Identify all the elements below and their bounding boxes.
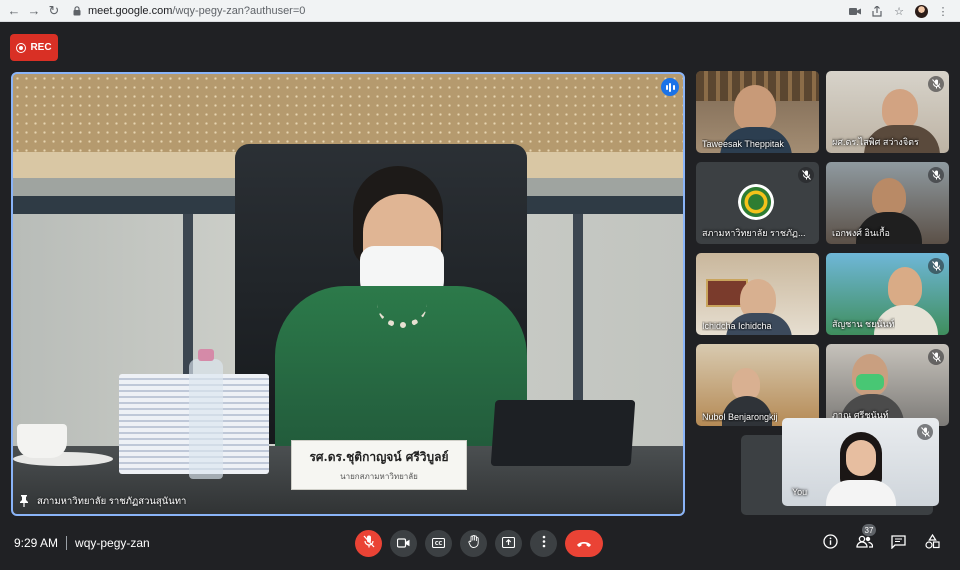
participant-tile[interactable]: สัญชาน ชยนันท์ xyxy=(826,253,949,335)
mic-off-icon xyxy=(917,424,933,440)
url-host: meet.google.com xyxy=(88,4,173,17)
participant-name: ผศ.ดร.ไสพิศ สว่างจิตร xyxy=(832,137,919,147)
nameplate-title: นายกสภามหาวิทยาลัย xyxy=(340,471,418,481)
participant-label: สภามหาวิทยาลัย ราชภัฏสวนสุนันทา xyxy=(19,492,186,510)
participant-tile[interactable]: Taweesak Theppitak xyxy=(696,71,819,153)
mic-off-icon xyxy=(928,349,944,365)
camera-indicator-icon[interactable] xyxy=(846,0,864,22)
participant-name: Nubol Benjarongkij xyxy=(702,412,778,422)
leave-call-button[interactable] xyxy=(565,530,603,557)
participant-tile[interactable]: สภามหาวิทยาลัย ราชภัฏ... xyxy=(696,162,819,244)
profile-avatar[interactable] xyxy=(912,0,930,22)
self-name: You xyxy=(792,487,808,497)
pin-icon[interactable] xyxy=(19,495,29,507)
svg-text:CC: CC xyxy=(435,541,443,547)
nameplate: รศ.ดร.ชุติกาญจน์ ศรีวิบูลย์ นายกสภามหาวิ… xyxy=(291,440,467,490)
mic-off-icon xyxy=(798,167,814,183)
participant-tile[interactable]: Nubol Benjarongkij xyxy=(696,344,819,426)
participant-tile[interactable]: ภาณุ ศรีชนันท์ xyxy=(826,344,949,426)
meeting-info: 9:29 AM wqy-pegy-zan xyxy=(14,536,150,550)
info-icon xyxy=(822,534,838,554)
nameplate-name: รศ.ดร.ชุติกาญจน์ ศรีวิบูลย์ xyxy=(309,449,449,464)
participant-tile[interactable]: ผศ.ดร.ไสพิศ สว่างจิตร xyxy=(826,71,949,153)
participant-count-badge: 37 xyxy=(862,524,876,536)
participant-tile[interactable]: เอกพงศ์ อินเกื้อ xyxy=(826,162,949,244)
record-icon xyxy=(16,42,27,53)
meeting-controls-bar: 9:29 AM wqy-pegy-zan CC 37 xyxy=(0,522,960,570)
participants-button[interactable]: 37 xyxy=(854,524,876,554)
captions-button[interactable]: CC xyxy=(425,530,452,557)
forward-icon[interactable]: → xyxy=(24,0,44,22)
meeting-code: wqy-pegy-zan xyxy=(75,536,150,550)
mic-off-icon xyxy=(928,167,944,183)
chat-button[interactable] xyxy=(888,534,908,554)
browser-menu-icon[interactable]: ⋮ xyxy=(934,0,952,22)
recording-indicator: REC xyxy=(10,34,58,61)
camera-toggle-button[interactable] xyxy=(390,530,417,557)
present-screen-button[interactable] xyxy=(495,530,522,557)
participant-name: สภามหาวิทยาลัย ราชภัฏสวนสุนันทา xyxy=(37,495,187,507)
present-screen-icon xyxy=(501,535,516,553)
chat-icon xyxy=(890,534,906,554)
hand-icon xyxy=(467,534,480,553)
browser-toolbar: ← → ↻ meet.google.com/wqy-pegy-zan?authu… xyxy=(0,0,960,22)
url-path: /wqy-pegy-zan?authuser=0 xyxy=(172,4,306,17)
more-options-button[interactable] xyxy=(530,530,557,557)
back-icon[interactable]: ← xyxy=(4,0,24,22)
reload-icon[interactable]: ↻ xyxy=(44,0,64,22)
participant-name: สัญชาน ชยนันท์ xyxy=(832,319,895,329)
self-view-tile[interactable]: You xyxy=(782,418,939,506)
activities-shapes-icon xyxy=(924,533,940,554)
main-speaker-tile[interactable]: รศ.ดร.ชุติกาญจน์ ศรีวิบูลย์ นายกสภามหาวิ… xyxy=(11,72,685,516)
participant-tile[interactable]: Ichidcha Ichidcha xyxy=(696,253,819,335)
participant-name: Taweesak Theppitak xyxy=(702,139,784,149)
video-camera-icon xyxy=(396,535,410,553)
people-icon xyxy=(855,535,873,553)
microphone-toggle-button[interactable] xyxy=(355,530,382,557)
lock-icon xyxy=(70,4,84,18)
meeting-time: 9:29 AM xyxy=(14,536,59,550)
participant-name: สภามหาวิทยาลัย ราชภัฏ... xyxy=(702,228,806,238)
closed-captions-icon: CC xyxy=(431,535,446,553)
hang-up-icon xyxy=(576,535,592,553)
audio-level-icon xyxy=(661,78,679,96)
bookmark-star-icon[interactable]: ☆ xyxy=(890,0,908,22)
meeting-details-button[interactable] xyxy=(820,534,840,554)
address-bar[interactable]: meet.google.com/wqy-pegy-zan?authuser=0 xyxy=(70,0,305,22)
activities-button[interactable] xyxy=(922,533,942,554)
mic-off-icon xyxy=(928,258,944,274)
recording-label: REC xyxy=(30,42,52,53)
participant-name: เอกพงศ์ อินเกื้อ xyxy=(832,228,890,238)
more-vertical-icon xyxy=(542,535,546,553)
participant-name: Ichidcha Ichidcha xyxy=(702,321,772,331)
share-icon[interactable] xyxy=(868,0,886,22)
mic-off-icon xyxy=(928,76,944,92)
university-logo xyxy=(738,184,774,220)
mic-off-icon xyxy=(363,535,375,553)
raise-hand-button[interactable] xyxy=(460,530,487,557)
